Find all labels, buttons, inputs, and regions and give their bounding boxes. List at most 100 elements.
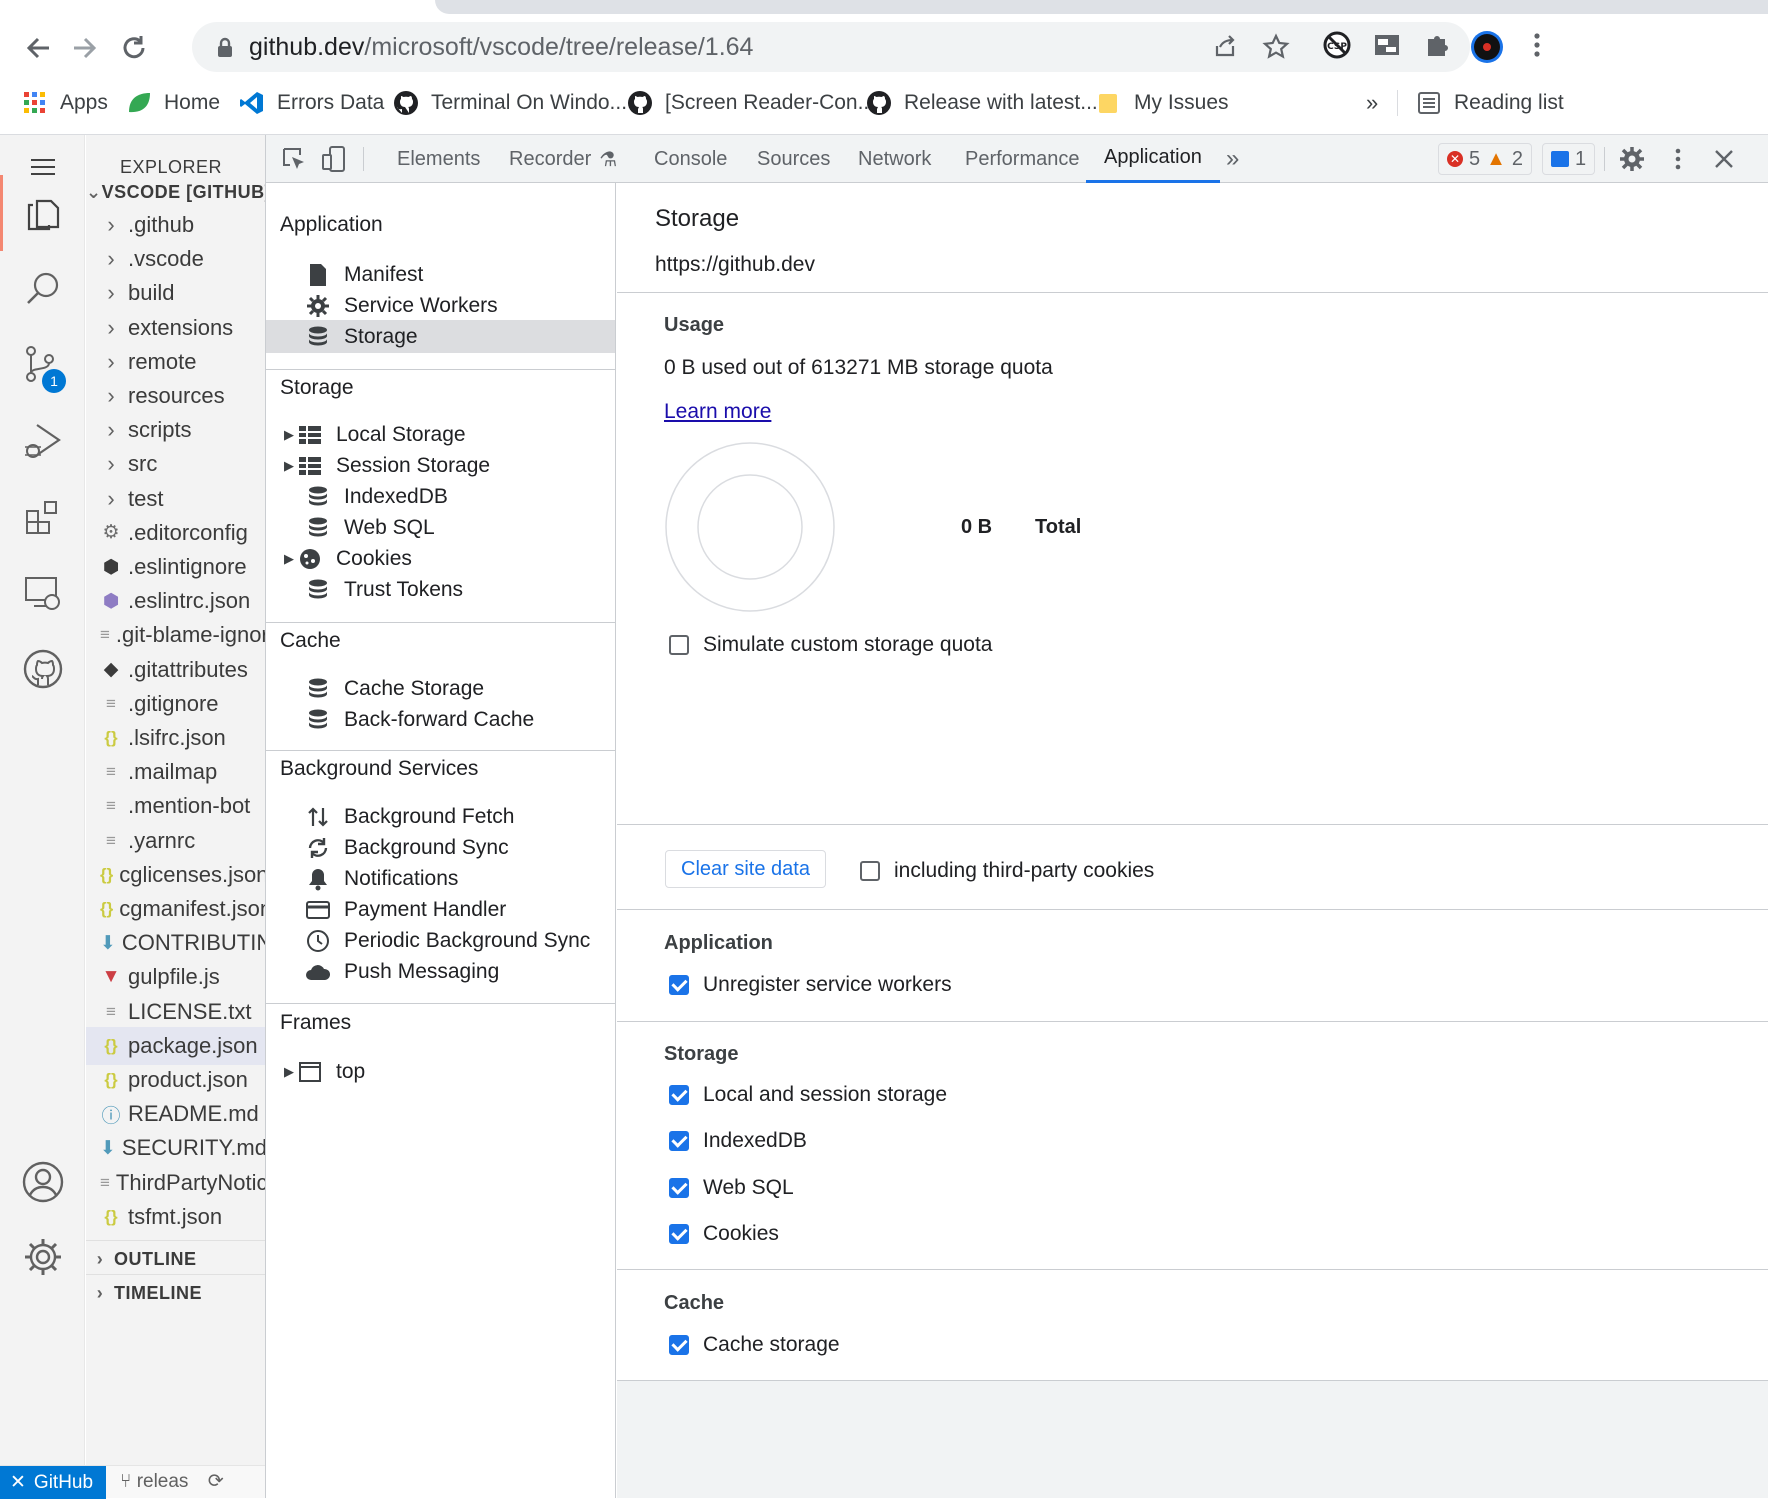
storage-check-row[interactable]: Cookies [669, 1222, 779, 1246]
lock-icon[interactable] [214, 36, 236, 58]
bookmark-terminal[interactable]: Terminal On Windo... [393, 80, 627, 126]
url-text[interactable]: github.dev/microsoft/vscode/tree/release… [249, 32, 753, 62]
folder-item[interactable]: › src [86, 445, 265, 483]
close-devtools-button[interactable] [1708, 143, 1740, 175]
tab-application[interactable]: Application [1086, 135, 1220, 183]
run-debug-button[interactable] [0, 409, 85, 473]
clear-site-data-button[interactable]: Clear site data [665, 850, 826, 888]
file-item[interactable]: ≡ .git-blame-ignore [86, 616, 265, 654]
cache-checkbox[interactable] [669, 1335, 689, 1355]
source-control-button[interactable]: 1 [0, 333, 85, 397]
bookmark-screen-reader[interactable]: [Screen Reader-Con... [627, 80, 875, 126]
forward-button[interactable] [64, 28, 104, 68]
customize-menu-button[interactable] [1662, 143, 1694, 175]
folder-item[interactable]: › resources [86, 377, 265, 415]
storage-check-row[interactable]: Web SQL [669, 1176, 794, 1200]
github-button[interactable] [0, 637, 85, 701]
file-item[interactable]: ⚙ .editorconfig [86, 514, 265, 552]
file-item[interactable]: {} cglicenses.json [86, 856, 265, 894]
extensions-puzzle-icon[interactable] [1420, 30, 1454, 64]
file-item[interactable]: ≡ .gitignore [86, 685, 265, 723]
file-item[interactable]: ≡ .mailmap [86, 753, 265, 791]
file-item[interactable]: {} tsfmt.json [86, 1198, 265, 1236]
file-item[interactable]: ⓘ README.md [86, 1095, 265, 1133]
issues-counter[interactable]: ✕ 5 ▲ 2 [1438, 143, 1533, 175]
tab-performance[interactable]: Performance [965, 135, 1080, 183]
unregister-row[interactable]: Unregister service workers [669, 973, 952, 997]
device-toolbar-button[interactable] [318, 143, 350, 175]
layout-extension-icon[interactable] [1370, 30, 1404, 64]
bookmark-apps[interactable]: Apps [22, 80, 108, 126]
remote-indicator[interactable]: ✕ GitHub [0, 1466, 106, 1499]
unregister-checkbox[interactable] [669, 975, 689, 995]
sidebar-item-storage[interactable]: ▶ Local Storage [266, 418, 615, 451]
folder-item[interactable]: › test [86, 480, 265, 518]
sidebar-item-storage[interactable]: ▶ Cookies [266, 542, 615, 575]
bookmark-my-issues[interactable]: My Issues [1096, 80, 1229, 126]
tab-recorder[interactable]: Recorder ⚗ [509, 135, 617, 183]
sidebar-item-storage[interactable]: Web SQL [266, 511, 615, 544]
file-item[interactable]: {} .lsifrc.json [86, 719, 265, 757]
explorer-button[interactable] [0, 181, 85, 245]
storage-checkbox[interactable] [669, 1085, 689, 1105]
sidebar-item-frame[interactable]: ▶ top [266, 1055, 615, 1088]
reload-button[interactable] [114, 28, 154, 68]
address-bar[interactable]: github.dev/microsoft/vscode/tree/release… [192, 22, 1470, 72]
sidebar-item-app[interactable]: Manifest [266, 258, 615, 291]
storage-checkbox[interactable] [669, 1178, 689, 1198]
sidebar-item-app[interactable]: Service Workers [266, 289, 615, 322]
folder-item[interactable]: › remote [86, 343, 265, 381]
sidebar-item-app[interactable]: Storage [266, 320, 615, 353]
sync-icon[interactable]: ⟳ [208, 1471, 224, 1492]
inspect-element-button[interactable] [278, 143, 310, 175]
sidebar-item-cache[interactable]: Back-forward Cache [266, 703, 615, 736]
profile-avatar[interactable] [1470, 30, 1504, 64]
csp-extension-icon[interactable]: CSP [1320, 30, 1354, 64]
manage-button[interactable] [0, 1225, 85, 1289]
sidebar-item-cache[interactable]: Cache Storage [266, 672, 615, 705]
bookmark-errors-data[interactable]: Errors Data [239, 80, 384, 126]
folder-item[interactable]: › .vscode [86, 240, 265, 278]
sidebar-item-background[interactable]: Payment Handler [266, 893, 615, 926]
bookmark-star-icon[interactable] [1262, 33, 1290, 61]
more-vert-icon[interactable] [1520, 30, 1554, 64]
extensions-button[interactable] [0, 485, 85, 549]
branch-indicator[interactable]: ⑂ releas ⟳ [120, 1470, 224, 1493]
tab-sources[interactable]: Sources [757, 135, 830, 183]
cache-check-row[interactable]: Cache storage [669, 1333, 840, 1357]
simulate-quota-row[interactable]: Simulate custom storage quota [669, 633, 993, 657]
bookmark-release[interactable]: Release with latest... [866, 80, 1098, 126]
file-item[interactable]: {} cgmanifest.json [86, 890, 265, 928]
sidebar-item-storage[interactable]: IndexedDB [266, 480, 615, 513]
learn-more-link[interactable]: Learn more [664, 400, 771, 424]
tab-console[interactable]: Console [654, 135, 727, 183]
messages-counter[interactable]: 1 [1542, 143, 1596, 175]
folder-item[interactable]: › extensions [86, 309, 265, 347]
expand-arrow-icon[interactable]: ▶ [266, 427, 294, 443]
storage-checkbox[interactable] [669, 1224, 689, 1244]
storage-check-row[interactable]: IndexedDB [669, 1129, 807, 1153]
folder-item[interactable]: › build [86, 274, 265, 312]
sidebar-item-background[interactable]: Notifications [266, 862, 615, 895]
more-tabs-button[interactable]: » [1226, 135, 1239, 183]
storage-check-row[interactable]: Local and session storage [669, 1083, 947, 1107]
sidebar-item-background[interactable]: Background Sync [266, 831, 615, 864]
file-item[interactable]: ◆ .gitattributes [86, 651, 265, 689]
timeline-section[interactable]: › TIMELINE [86, 1274, 265, 1312]
file-item[interactable]: ⬢ .eslintrc.json [86, 582, 265, 620]
sidebar-item-background[interactable]: Push Messaging [266, 955, 615, 988]
reading-list-button[interactable]: Reading list [1416, 80, 1564, 126]
file-item[interactable]: {} product.json [86, 1061, 265, 1099]
share-icon[interactable] [1212, 34, 1238, 60]
file-item[interactable]: ⬇CONTRIBUTING.md [86, 924, 265, 962]
bookmark-home[interactable]: Home [126, 80, 220, 126]
expand-arrow-icon[interactable]: ▶ [266, 458, 294, 474]
expand-arrow-icon[interactable]: ▶ [266, 1064, 294, 1080]
back-button[interactable] [19, 28, 59, 68]
file-item[interactable]: ⬢ .eslintignore [86, 548, 265, 586]
tab-network[interactable]: Network [858, 135, 931, 183]
storage-checkbox[interactable] [669, 1131, 689, 1151]
file-item[interactable]: {} package.json [86, 1026, 265, 1065]
sidebar-item-storage[interactable]: ▶ Session Storage [266, 449, 615, 482]
file-item[interactable]: ≡ LICENSE.txt [86, 993, 265, 1031]
